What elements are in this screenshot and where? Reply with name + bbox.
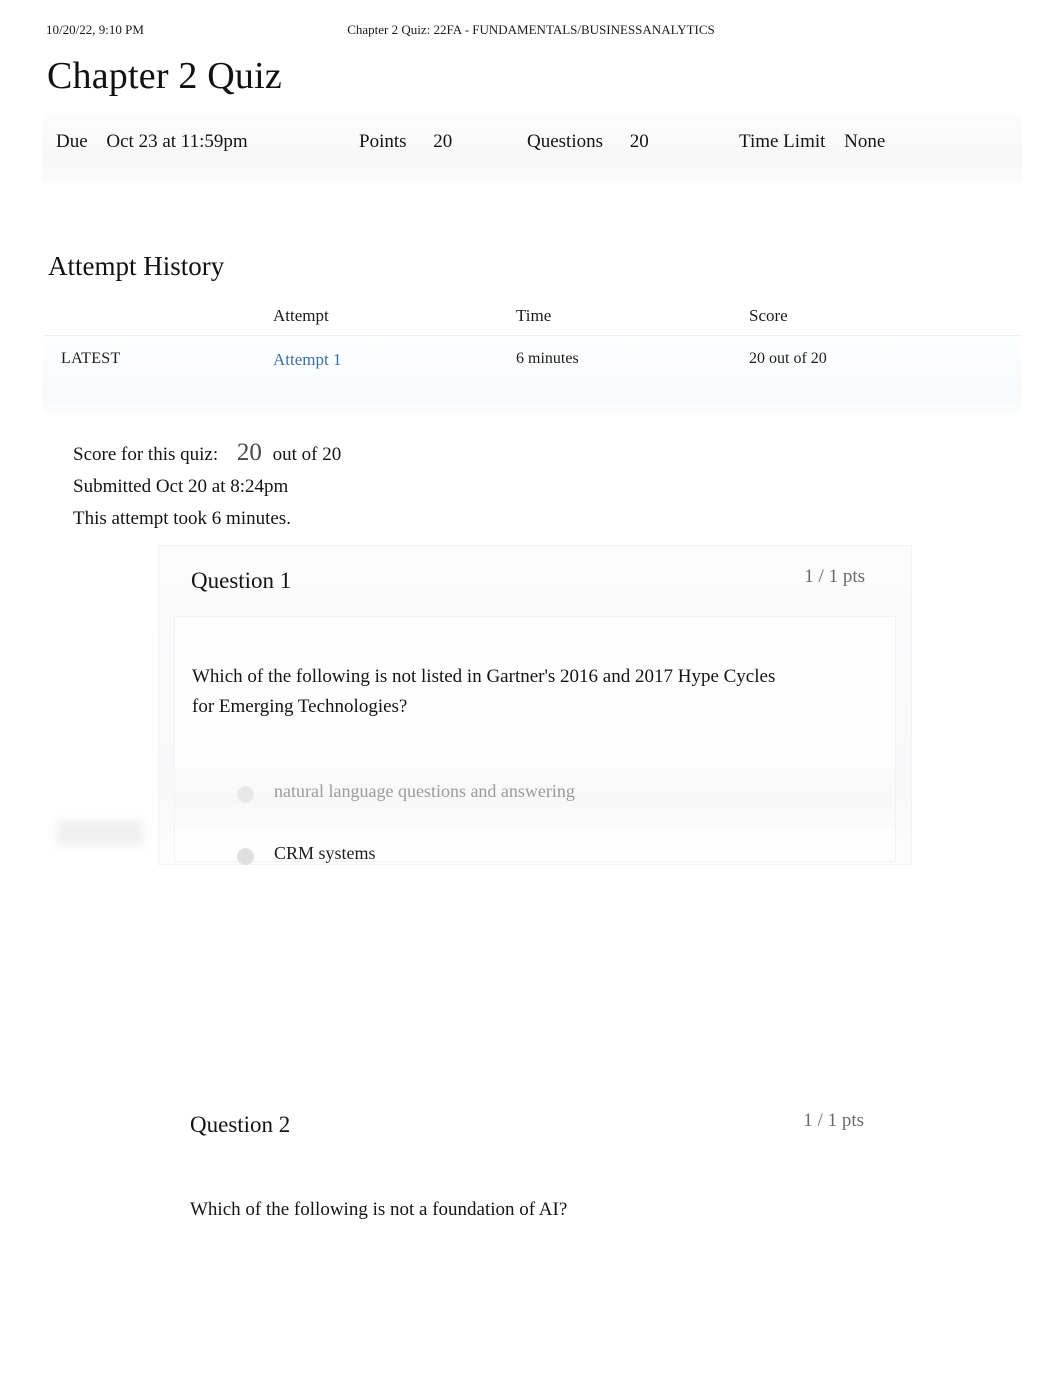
submitted-line: Submitted Oct 20 at 8:24pm bbox=[73, 476, 289, 497]
meta-questions-label: Questions bbox=[527, 131, 603, 152]
answer-option-label: CRM systems bbox=[274, 843, 376, 863]
answer-option-label: natural language questions and answering bbox=[274, 781, 575, 801]
duration-line: This attempt took 6 minutes. bbox=[73, 508, 291, 529]
latest-badge: LATEST bbox=[61, 350, 121, 367]
meta-time-limit: Time Limit None bbox=[739, 131, 885, 153]
attempt-time-value: 6 minutes bbox=[516, 350, 579, 367]
question-1-answers: natural language questions and answering… bbox=[175, 767, 895, 891]
meta-due-label: Due bbox=[56, 131, 88, 152]
meta-time-limit-label: Time Limit bbox=[739, 131, 826, 152]
question-2-text: Which of the following is not a foundati… bbox=[190, 1199, 568, 1220]
question-2-number: Question 2 bbox=[190, 1112, 291, 1137]
question-1-points: 1 / 1 pts bbox=[804, 566, 865, 587]
radio-button-icon[interactable] bbox=[237, 786, 254, 803]
column-header-time: Time bbox=[516, 306, 552, 325]
score-summary: Score for this quiz: 20 out of 20 Submit… bbox=[73, 437, 341, 535]
column-header-attempt: Attempt bbox=[273, 306, 329, 325]
attempt-history-title: Attempt History bbox=[48, 251, 225, 281]
table-header-row: Attempt Time Score bbox=[43, 303, 1022, 336]
meta-due-value: Oct 23 at 11:59pm bbox=[106, 131, 248, 152]
meta-points: Points 20 bbox=[359, 131, 452, 153]
question-1-body: Which of the following is not listed in … bbox=[174, 616, 896, 865]
attempt-link-cell: Attempt 1 bbox=[273, 350, 341, 370]
meta-points-label: Points bbox=[359, 131, 407, 152]
meta-due: Due Oct 23 at 11:59pm bbox=[56, 131, 248, 153]
answer-option[interactable]: natural language questions and answering bbox=[175, 767, 895, 829]
print-header-title: Chapter 2 Quiz: 22FA - FUNDAMENTALS/BUSI… bbox=[347, 22, 715, 37]
score-value: 20 bbox=[236, 439, 262, 466]
question-1-number: Question 1 bbox=[191, 568, 292, 593]
score-label: Score for this quiz: bbox=[73, 444, 219, 465]
column-header-score: Score bbox=[749, 306, 788, 325]
question-card-2: Question 2 1 / 1 pts Which of the follow… bbox=[158, 1090, 910, 1290]
question-2-points: 1 / 1 pts bbox=[803, 1110, 864, 1131]
meta-questions: Questions 20 bbox=[527, 131, 649, 153]
attempt-history-table: Attempt Time Score LATEST Attempt 1 6 mi… bbox=[43, 303, 1022, 414]
quiz-meta-band: Due Oct 23 at 11:59pm Points 20 Question… bbox=[43, 113, 1022, 183]
quiz-meta-row: Due Oct 23 at 11:59pm Points 20 Question… bbox=[43, 113, 1022, 173]
question-1-text: Which of the following is not listed in … bbox=[192, 666, 776, 717]
attempt-1-link[interactable]: Attempt 1 bbox=[273, 350, 341, 369]
print-header: 10/20/22, 9:10 PM Chapter 2 Quiz: 22FA -… bbox=[0, 22, 1062, 42]
attempt-score-value: 20 out of 20 bbox=[749, 350, 827, 367]
correct-answer-badge bbox=[57, 820, 143, 846]
page-title: Chapter 2 Quiz bbox=[47, 55, 282, 97]
question-1-header: Question 1 1 / 1 pts bbox=[159, 546, 911, 612]
meta-questions-value: 20 bbox=[629, 131, 649, 152]
question-card-1: Question 1 1 / 1 pts Which of the follow… bbox=[158, 545, 912, 865]
radio-button-icon[interactable] bbox=[237, 848, 254, 865]
meta-points-value: 20 bbox=[433, 131, 453, 152]
score-line: Score for this quiz: 20 out of 20 bbox=[73, 437, 341, 471]
table-row: LATEST Attempt 1 6 minutes 20 out of 20 bbox=[43, 336, 1022, 414]
answer-option[interactable]: CRM systems bbox=[175, 829, 895, 891]
score-out-of: out of 20 bbox=[272, 444, 342, 465]
meta-time-limit-value: None bbox=[844, 131, 886, 152]
